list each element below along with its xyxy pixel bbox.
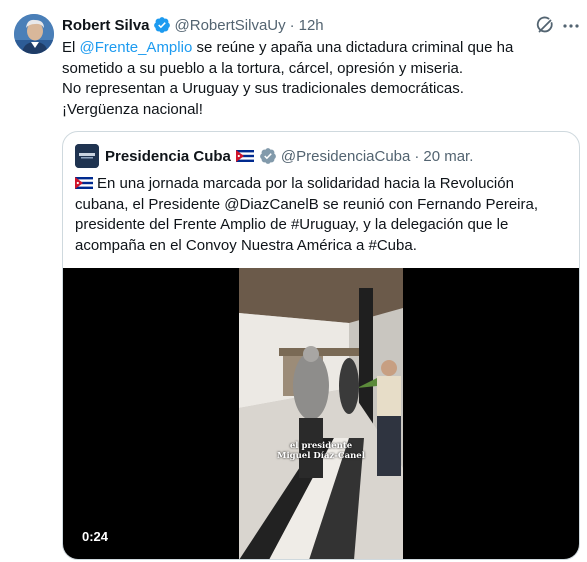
mention-link[interactable]: @Frente_Amplio	[80, 39, 193, 56]
video-player[interactable]: el presidente Miguel Díaz-Canel 0:24	[63, 268, 579, 559]
timestamp[interactable]: 12h	[299, 17, 324, 34]
quoted-author-handle[interactable]: @PresidenciaCuba	[281, 148, 410, 165]
separator-dot: ·	[289, 16, 295, 34]
quoted-author-name[interactable]: Presidencia Cuba	[105, 148, 231, 165]
tweet-text: El @Frente_Amplio se reúne y apaña una d…	[62, 38, 577, 120]
video-still-image	[239, 268, 403, 559]
avatar[interactable]	[14, 14, 54, 54]
quoted-text-line: En una jornada marcada por la solidarida…	[75, 174, 575, 195]
quoted-tweet-header: Presidencia Cuba @PresidenciaCuba · 20 m…	[75, 144, 473, 168]
video-caption: el presidente Miguel Díaz-Canel	[277, 441, 365, 461]
tweet-header: Robert Silva @RobertSilvaUy · 12h	[62, 15, 324, 35]
tweet-text-line: No representan a Uruguay y sus tradicion…	[62, 80, 464, 97]
avatar-image	[14, 14, 54, 54]
cuba-flag-icon	[235, 150, 254, 162]
quoted-avatar[interactable]	[75, 144, 99, 168]
tweet-text-line: ¡Vergüenza nacional!	[62, 100, 203, 118]
author-name[interactable]: Robert Silva	[62, 17, 150, 34]
quoted-tweet[interactable]: Presidencia Cuba @PresidenciaCuba · 20 m…	[62, 131, 580, 560]
quoted-avatar-image	[75, 144, 99, 168]
tweet-text-line: sometido a su pueblo a la tortura, cárce…	[62, 59, 464, 77]
separator-dot: ·	[414, 147, 420, 165]
quoted-text-line: presidente del Frente Amplio de #Uruguay…	[75, 216, 509, 233]
gray-verified-badge-icon[interactable]	[259, 147, 277, 165]
quoted-timestamp[interactable]: 20 mar.	[423, 148, 473, 165]
grok-icon[interactable]	[535, 15, 555, 35]
tweet-text-line: El @Frente_Amplio se reúne y apaña una d…	[62, 39, 514, 56]
more-options-icon[interactable]	[563, 24, 579, 28]
author-handle[interactable]: @RobertSilvaUy	[175, 17, 286, 34]
quoted-tweet-text: En una jornada marcada por la solidarida…	[75, 174, 575, 256]
quoted-text-line: acompaña en el Convoy Nuestra América a …	[75, 236, 417, 254]
video-duration: 0:24	[82, 529, 109, 544]
tweet[interactable]: Robert Silva @RobertSilvaUy · 12h El @Fr…	[0, 0, 587, 562]
verified-badge-icon[interactable]	[153, 16, 171, 34]
cuba-flag-icon	[75, 177, 93, 190]
quoted-text-line: cubana, el Presidente @DiazCanelB se reu…	[75, 195, 538, 213]
video-frame[interactable]: el presidente Miguel Díaz-Canel	[239, 268, 403, 559]
